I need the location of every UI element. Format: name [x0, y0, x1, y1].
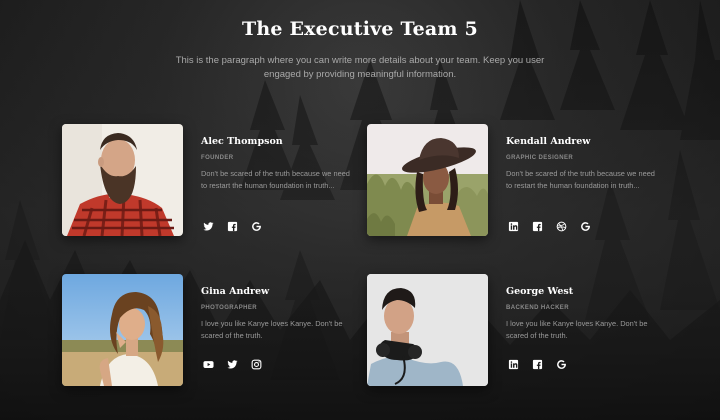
twitter-icon[interactable] [227, 359, 238, 370]
social-links [203, 359, 262, 370]
social-links [203, 221, 262, 232]
member-name: Kendall Andrew [506, 136, 591, 147]
facebook-icon[interactable] [532, 221, 543, 232]
member-name: George West [506, 286, 574, 297]
team-card-george-west: George West BACKEND HACKER I love you li… [367, 274, 667, 386]
facebook-icon[interactable] [227, 221, 238, 232]
google-icon[interactable] [556, 359, 567, 370]
facebook-icon[interactable] [532, 359, 543, 370]
member-description: I love you like Kanye loves Kanye. Don't… [506, 319, 648, 340]
page-subtitle: This is the paragraph where you can writ… [175, 55, 545, 80]
dribbble-icon[interactable] [556, 221, 567, 232]
google-icon[interactable] [251, 221, 262, 232]
team-card-kendall-andrew: Kendall Andrew GRAPHIC DESIGNER Don't be… [367, 124, 667, 236]
youtube-icon[interactable] [203, 359, 214, 370]
instagram-icon[interactable] [251, 359, 262, 370]
team-photo-alec-thompson [62, 124, 183, 236]
member-role: PHOTOGRAPHER [201, 305, 258, 311]
member-name: Gina Andrew [201, 286, 270, 297]
member-description: Don't be scared of the truth because we … [506, 169, 655, 190]
team-photo-gina-andrew [62, 274, 183, 386]
team-photo-kendall-andrew [367, 124, 488, 236]
page-title: The Executive Team 5 [242, 18, 478, 40]
member-description: I love you like Kanye loves Kanye. Don't… [201, 319, 343, 340]
member-description: Don't be scared of the truth because we … [201, 169, 350, 190]
linkedin-icon[interactable] [508, 359, 519, 370]
member-role: BACKEND HACKER [506, 305, 569, 311]
social-links [508, 359, 567, 370]
team-photo-george-west [367, 274, 488, 386]
team-card-gina-andrew: Gina Andrew PHOTOGRAPHER I love you like… [62, 274, 362, 386]
team-card-alec-thompson: Alec Thompson FOUNDER Don't be scared of… [62, 124, 362, 236]
section-header: The Executive Team 5 This is the paragra… [0, 18, 720, 81]
member-role: FOUNDER [201, 155, 234, 161]
twitter-icon[interactable] [203, 221, 214, 232]
social-links [508, 221, 591, 232]
google-icon[interactable] [580, 221, 591, 232]
member-name: Alec Thompson [201, 136, 283, 147]
linkedin-icon[interactable] [508, 221, 519, 232]
member-role: GRAPHIC DESIGNER [506, 155, 574, 161]
